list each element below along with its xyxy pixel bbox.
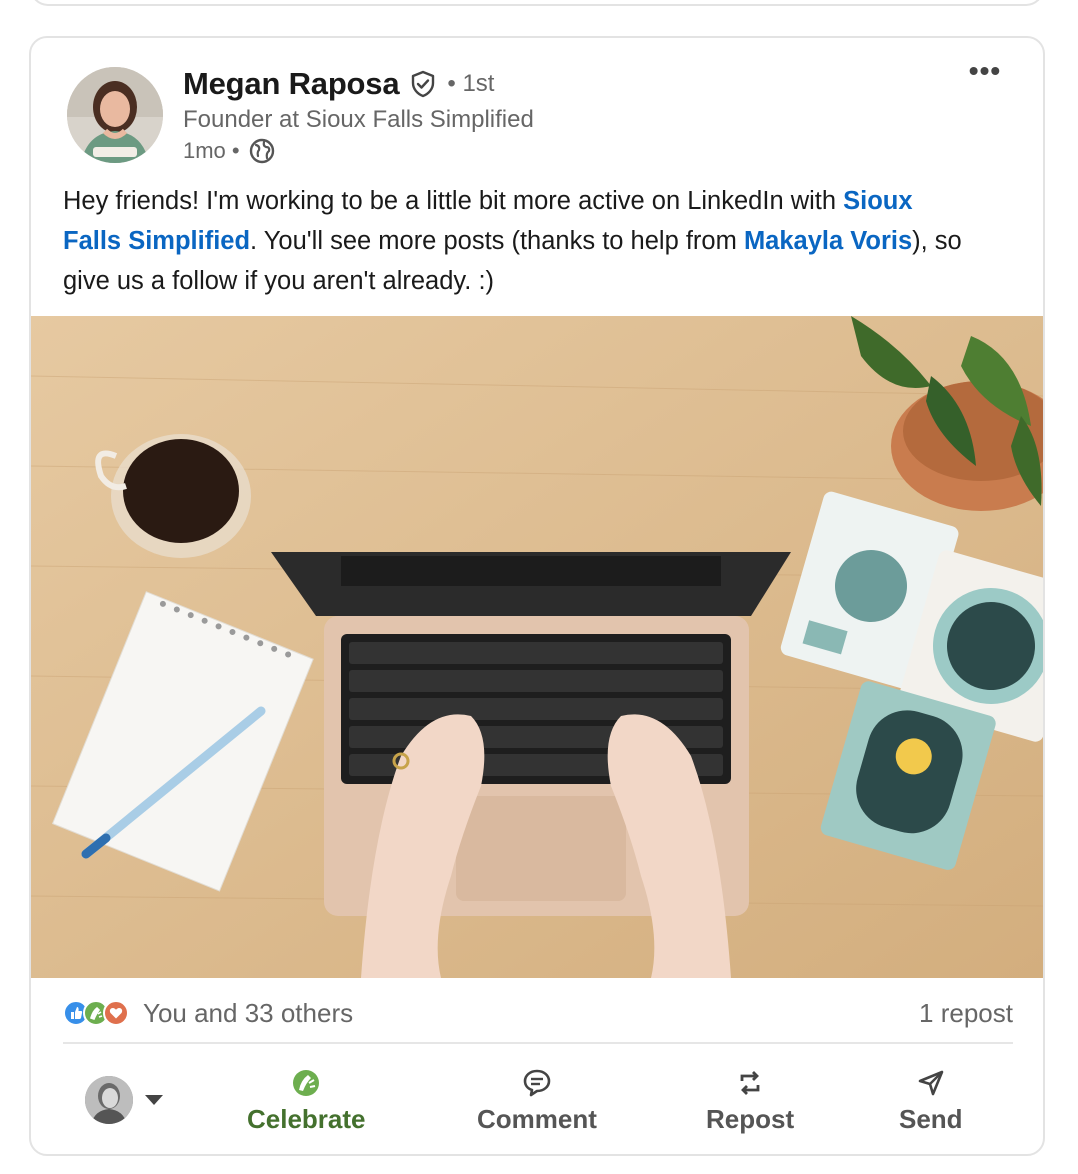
comment-icon xyxy=(520,1066,554,1100)
author-avatar[interactable] xyxy=(67,67,163,163)
divider xyxy=(63,1042,1013,1044)
globe-icon xyxy=(248,137,276,165)
celebrate-button[interactable]: Celebrate xyxy=(247,1066,366,1135)
post-text-part: . You'll see more posts (thanks to help … xyxy=(250,227,744,255)
caret-down-icon xyxy=(145,1095,163,1105)
repost-label: Repost xyxy=(706,1104,795,1134)
repost-button[interactable]: Repost xyxy=(706,1066,794,1135)
actor-switcher[interactable] xyxy=(85,1076,163,1124)
post-text-part: Hey friends! I'm working to be a little … xyxy=(63,187,844,215)
previous-post-card-edge xyxy=(30,0,1044,6)
author-headline: Founder at Sioux Falls Simplified xyxy=(183,106,534,133)
connection-degree: • 1st xyxy=(447,70,495,97)
post-time[interactable]: 1mo • xyxy=(183,138,240,164)
love-icon xyxy=(103,1000,129,1026)
more-options-button[interactable]: ••• xyxy=(967,57,1003,88)
reactions-count[interactable]: You and 33 others xyxy=(143,998,353,1029)
feed-post-card: Megan Raposa • 1st Founder at Sioux Fall… xyxy=(29,36,1045,1156)
celebrate-icon xyxy=(289,1066,323,1100)
current-user-avatar xyxy=(85,1076,133,1124)
comment-button[interactable]: Comment xyxy=(477,1066,597,1135)
author-name[interactable]: Megan Raposa xyxy=(183,66,400,102)
verified-shield-icon xyxy=(409,70,437,98)
comment-label: Comment xyxy=(477,1104,597,1134)
celebrate-label: Celebrate xyxy=(247,1104,366,1134)
reactions-summary[interactable] xyxy=(63,1000,129,1026)
send-label: Send xyxy=(899,1104,963,1134)
send-icon xyxy=(914,1066,948,1100)
send-button[interactable]: Send xyxy=(899,1066,963,1135)
post-image[interactable] xyxy=(31,316,1043,978)
post-text: Hey friends! I'm working to be a little … xyxy=(63,181,963,301)
action-bar: Celebrate Comment Repost Send xyxy=(31,1058,1043,1148)
repost-icon xyxy=(733,1066,767,1100)
mention-makayla-voris[interactable]: Makayla Voris xyxy=(744,227,912,255)
reposts-count[interactable]: 1 repost xyxy=(919,998,1013,1029)
